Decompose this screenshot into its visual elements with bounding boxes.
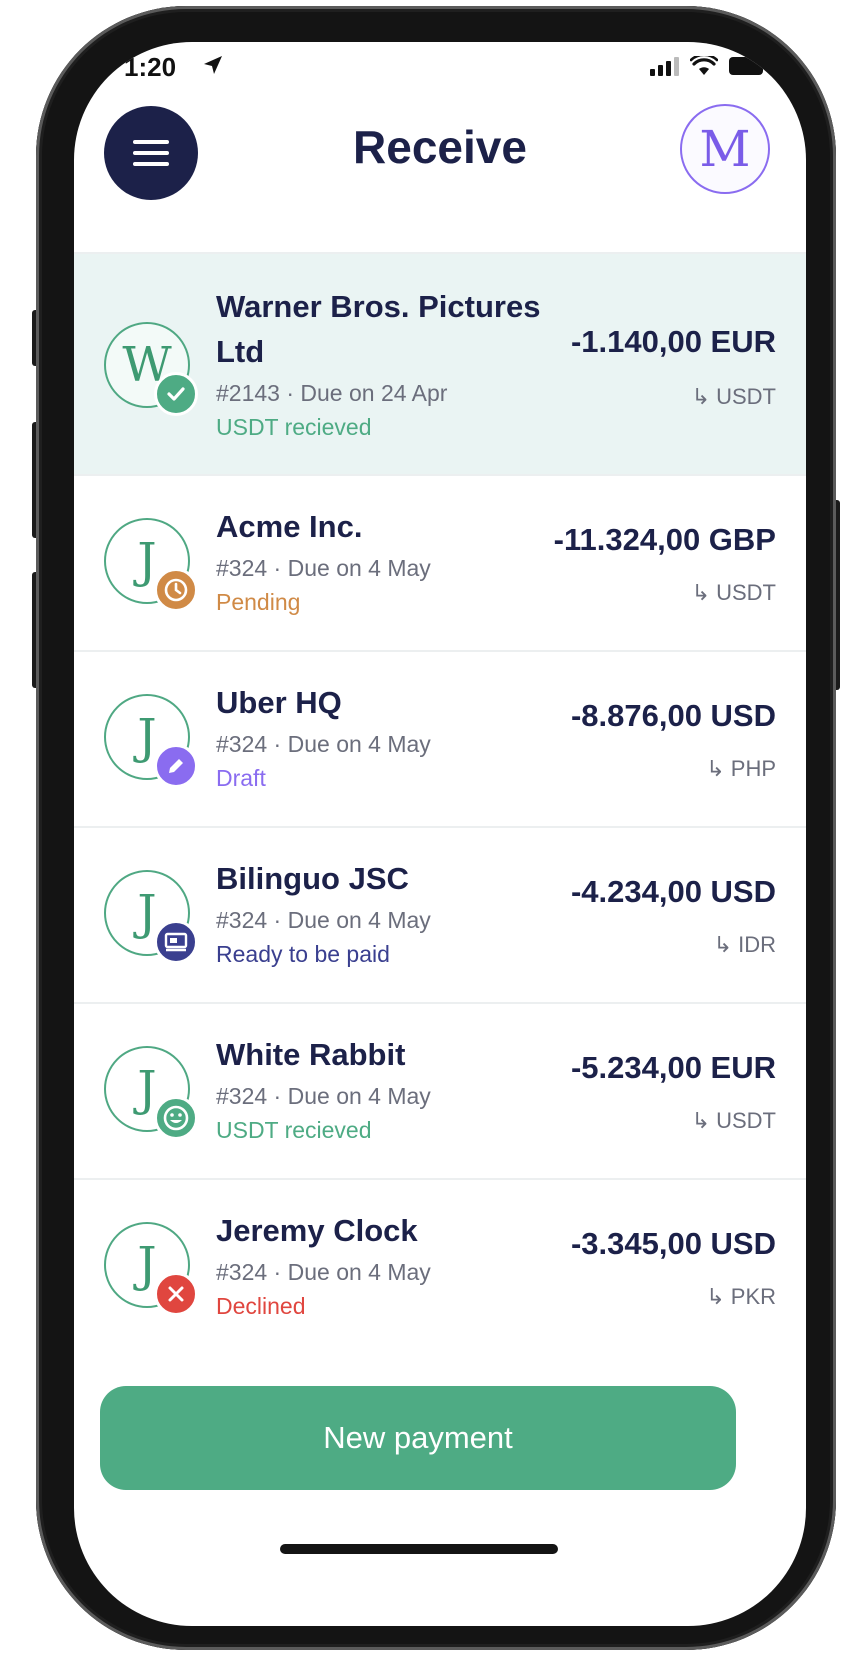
- payee-name: Jeremy Clock: [216, 1213, 418, 1248]
- payee-name-line2: Ltd: [216, 334, 265, 369]
- payment-row[interactable]: J Jeremy Clock #324 · Due on 4 May Decli…: [74, 1178, 806, 1354]
- wifi-icon: [690, 56, 718, 75]
- payee-name: Uber HQ: [216, 685, 342, 720]
- home-indicator: [280, 1544, 558, 1554]
- payment-row[interactable]: W Warner Bros. Pictures Ltd #2143 · Due …: [74, 252, 806, 474]
- status-icons: [650, 56, 768, 76]
- payments-list: W Warner Bros. Pictures Ltd #2143 · Due …: [74, 252, 806, 1354]
- conversion-currency: ↳ PHP: [706, 756, 776, 781]
- conversion-currency: ↳ USDT: [691, 580, 776, 605]
- payment-amount: -1.140,00 EUR: [570, 324, 776, 359]
- status-label: USDT recieved: [216, 1117, 372, 1143]
- new-payment-button[interactable]: New payment: [100, 1386, 736, 1490]
- status-label: USDT recieved: [216, 414, 372, 440]
- payee-name: White Rabbit: [216, 1037, 406, 1072]
- profile-avatar[interactable]: M: [680, 104, 770, 194]
- payee-name: Bilinguo JSC: [216, 861, 409, 896]
- invoice-meta: #324 · Due on 4 May: [216, 1259, 431, 1285]
- signal-icon: [650, 57, 679, 76]
- payment-amount: -3.345,00 USD: [570, 1226, 776, 1261]
- status-label: Draft: [216, 765, 266, 791]
- payment-row[interactable]: J Bilinguo JSC #324 · Due on 4 May Ready…: [74, 826, 806, 1002]
- payment-amount: -11.324,00 GBP: [553, 522, 776, 557]
- status-time: 1:20: [124, 52, 177, 82]
- invoice-meta: #324 · Due on 4 May: [216, 907, 431, 933]
- status-label: Pending: [216, 589, 301, 615]
- conversion-currency: ↳ IDR: [713, 932, 776, 957]
- smiley-icon: [154, 1096, 198, 1140]
- x-icon: [154, 1272, 198, 1316]
- conversion-currency: ↳ PKR: [706, 1284, 776, 1309]
- payment-row[interactable]: J Uber HQ #324 · Due on 4 May Draft -8.8…: [74, 650, 806, 826]
- payment-amount: -4.234,00 USD: [570, 874, 776, 909]
- battery-icon: [729, 57, 767, 75]
- check-icon: [154, 372, 198, 416]
- invoice-meta: #324 · Due on 4 May: [216, 731, 431, 757]
- invoice-meta: #2143 · Due on 24 Apr: [216, 380, 448, 406]
- cash-icon: [154, 920, 198, 964]
- payment-amount: -8.876,00 USD: [570, 698, 776, 733]
- location-arrow-icon: [204, 56, 222, 74]
- phone-screen: 1:20 Receive M W Warner Bros. Pictures L…: [74, 42, 806, 1626]
- payment-row[interactable]: J White Rabbit #324 · Due on 4 May USDT …: [74, 1002, 806, 1178]
- status-label: Ready to be paid: [216, 941, 390, 967]
- clock-icon: [154, 568, 198, 612]
- conversion-currency: ↳ USDT: [691, 384, 776, 409]
- pencil-icon: [154, 744, 198, 788]
- status-label: Declined: [216, 1293, 306, 1319]
- payment-amount: -5.234,00 EUR: [570, 1050, 776, 1085]
- conversion-currency: ↳ USDT: [691, 1108, 776, 1133]
- invoice-meta: #324 · Due on 4 May: [216, 555, 431, 581]
- payee-name: Warner Bros. Pictures: [216, 289, 541, 324]
- payment-row[interactable]: J Acme Inc. #324 · Due on 4 May Pending …: [74, 474, 806, 650]
- payee-name: Acme Inc.: [216, 509, 363, 544]
- invoice-meta: #324 · Due on 4 May: [216, 1083, 431, 1109]
